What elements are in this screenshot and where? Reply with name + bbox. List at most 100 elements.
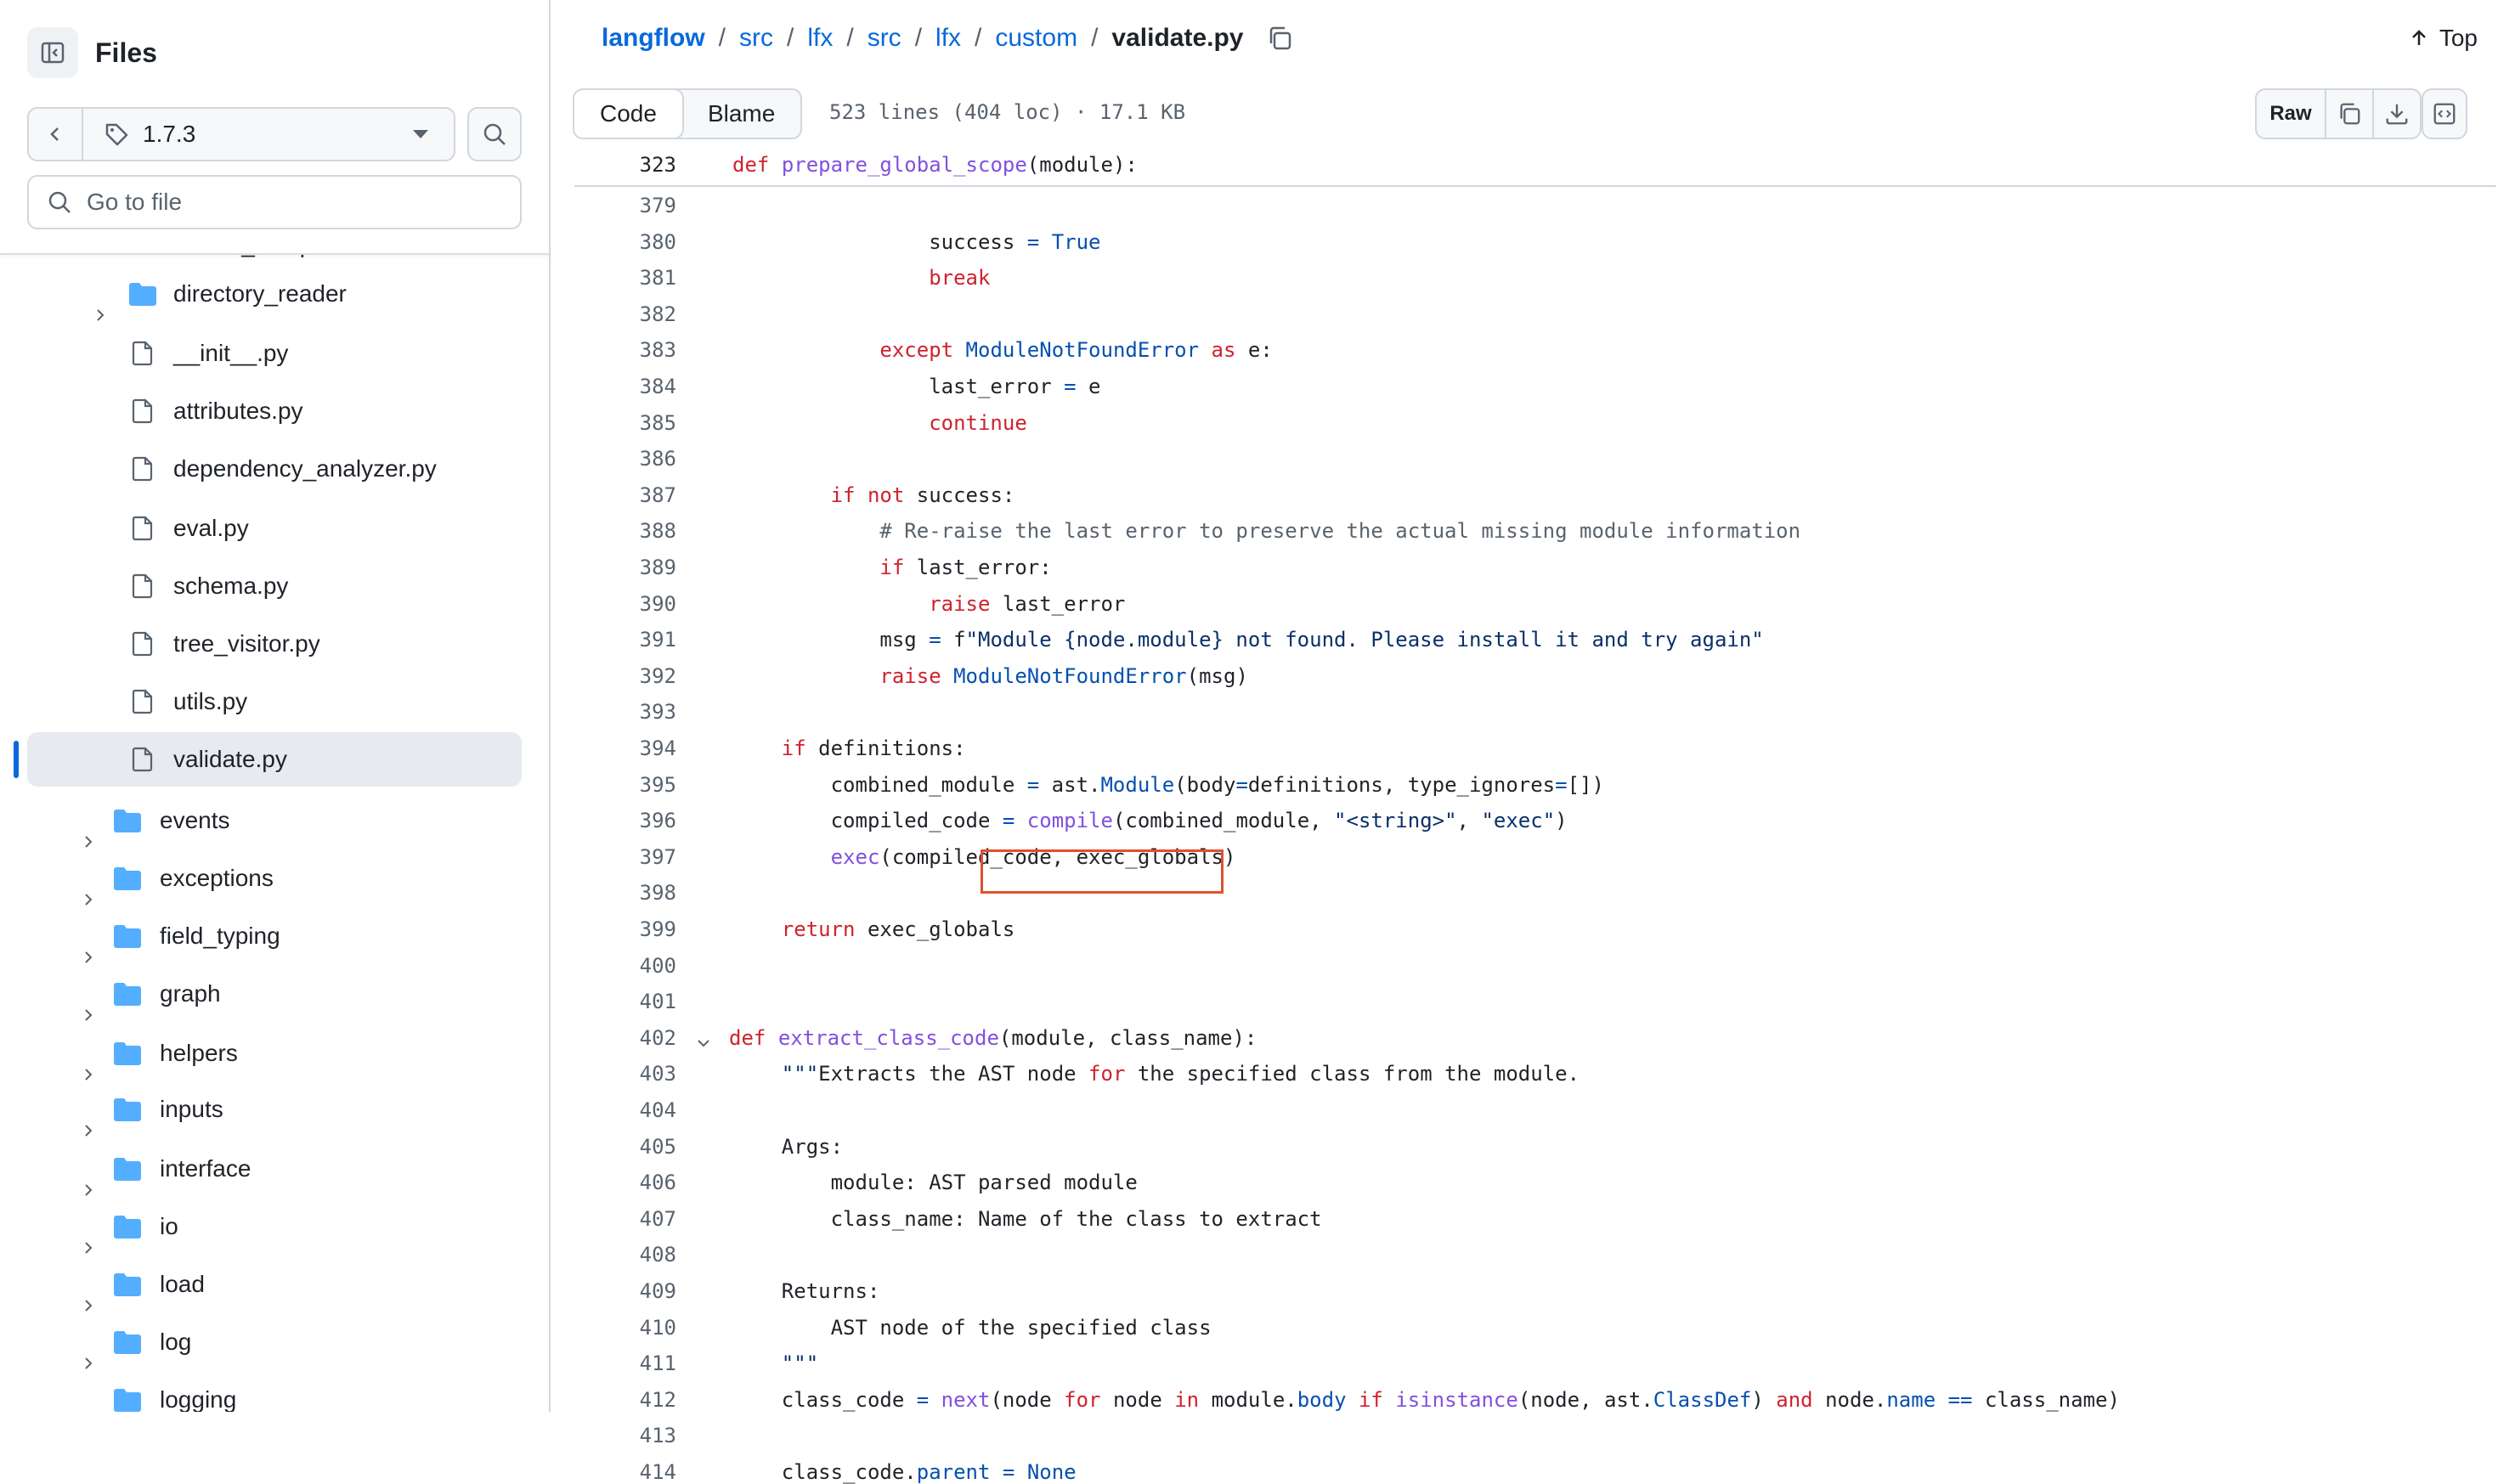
line-number[interactable]: 397 bbox=[574, 845, 676, 869]
line-number[interactable]: 382 bbox=[574, 302, 676, 326]
line-number[interactable]: 389 bbox=[574, 556, 676, 579]
line-number[interactable]: 401 bbox=[574, 990, 676, 1013]
tree-item-label: inputs bbox=[160, 1096, 223, 1122]
tree-item-inputs[interactable]: inputs bbox=[0, 1082, 549, 1137]
tree-item-label: validate.py bbox=[173, 746, 287, 772]
goto-file-input[interactable]: Go to file bbox=[27, 175, 522, 229]
tree-item-interface[interactable]: interface bbox=[0, 1142, 549, 1196]
breadcrumb-repo[interactable]: langflow bbox=[602, 20, 705, 56]
line-number[interactable]: 410 bbox=[574, 1316, 676, 1340]
line-number[interactable]: 411 bbox=[574, 1351, 676, 1375]
tree-item-dependency-analyzer-py[interactable]: dependency_analyzer.py bbox=[0, 442, 549, 496]
breadcrumb-src-2[interactable]: src bbox=[868, 20, 901, 56]
line-number[interactable]: 391 bbox=[574, 628, 676, 652]
code-line: # Re-raise the last error to preserve th… bbox=[732, 519, 1801, 544]
folder-icon bbox=[112, 1386, 143, 1412]
chevron-right-icon bbox=[82, 1393, 95, 1412]
line-number[interactable]: 388 bbox=[574, 519, 676, 543]
line-number[interactable]: 407 bbox=[574, 1207, 676, 1231]
tree-item-label: utils.py bbox=[173, 688, 248, 714]
line-number: 323 bbox=[639, 153, 676, 177]
breadcrumb-custom[interactable]: custom bbox=[995, 20, 1077, 56]
line-number[interactable]: 400 bbox=[574, 954, 676, 978]
tree-item-helpers[interactable]: helpers bbox=[0, 1026, 549, 1081]
tree-item-label: exceptions bbox=[160, 865, 274, 891]
tree-item-eval-py[interactable]: eval.py bbox=[0, 501, 549, 556]
code-line: class_code.parent = None bbox=[732, 1460, 1077, 1484]
code-line: break bbox=[929, 266, 991, 291]
sticky-scope-line[interactable]: 323 def prepare_global_scope(module): bbox=[574, 151, 2496, 187]
line-number[interactable]: 394 bbox=[574, 736, 676, 760]
line-number[interactable]: 393 bbox=[574, 700, 676, 724]
tree-item-load[interactable]: load bbox=[0, 1257, 549, 1312]
tree-item-schema-py[interactable]: schema.py bbox=[0, 559, 549, 613]
breadcrumb-src[interactable]: src bbox=[739, 20, 773, 56]
line-number[interactable]: 386 bbox=[574, 447, 676, 471]
line-number[interactable]: 399 bbox=[574, 917, 676, 941]
line-number[interactable]: 387 bbox=[574, 483, 676, 507]
tree-item-exceptions[interactable]: exceptions bbox=[0, 851, 549, 906]
code-line: combined_module = ast.Module(body=defini… bbox=[732, 772, 1604, 797]
symbols-panel-button[interactable] bbox=[2422, 88, 2467, 139]
line-number[interactable]: 396 bbox=[574, 809, 676, 832]
line-number[interactable]: 379 bbox=[574, 194, 676, 217]
back-button[interactable] bbox=[29, 109, 83, 160]
tree-item-graph[interactable]: graph bbox=[0, 967, 549, 1021]
breadcrumb-current-file: validate.py bbox=[1111, 24, 1244, 52]
tree-item-events[interactable]: events bbox=[0, 793, 549, 848]
folder-icon bbox=[112, 865, 143, 892]
line-number[interactable]: 405 bbox=[574, 1135, 676, 1159]
tree-item-attributes-py[interactable]: attributes.py bbox=[0, 384, 549, 438]
tree-item-label: dependency_analyzer.py bbox=[173, 455, 437, 482]
line-number[interactable]: 403 bbox=[574, 1062, 676, 1086]
line-number[interactable]: 385 bbox=[574, 411, 676, 435]
line-number[interactable]: 413 bbox=[574, 1424, 676, 1447]
line-number[interactable]: 381 bbox=[574, 266, 676, 290]
breadcrumb-lfx-2[interactable]: lfx bbox=[935, 20, 961, 56]
tree-item-label: events bbox=[160, 807, 230, 833]
branch-selector[interactable]: 1.7.3 bbox=[27, 107, 455, 161]
line-number[interactable]: 395 bbox=[574, 773, 676, 797]
collapse-sidebar-button[interactable] bbox=[27, 27, 78, 78]
line-number[interactable]: 402 bbox=[574, 1026, 676, 1050]
tree-item-init-py[interactable]: __init__.py bbox=[0, 326, 549, 381]
code-line: module: AST parsed module bbox=[732, 1171, 1138, 1195]
tree-item-log[interactable]: log bbox=[0, 1315, 549, 1369]
copy-path-button[interactable] bbox=[1266, 25, 1293, 52]
arrow-up-icon bbox=[2411, 30, 2426, 45]
tree-item-label: io bbox=[160, 1213, 178, 1239]
line-number[interactable]: 392 bbox=[574, 664, 676, 688]
tree-item-io[interactable]: io bbox=[0, 1199, 549, 1254]
line-number[interactable]: 384 bbox=[574, 375, 676, 398]
breadcrumb-lfx[interactable]: lfx bbox=[807, 20, 833, 56]
tree-item-logging[interactable]: logging bbox=[0, 1373, 549, 1412]
line-number[interactable]: 412 bbox=[574, 1388, 676, 1412]
copy-raw-button[interactable] bbox=[2326, 90, 2374, 138]
sticky-code: def prepare_global_scope(module): bbox=[732, 153, 1138, 177]
back-to-top-link[interactable]: Top bbox=[2409, 20, 2478, 56]
raw-button[interactable]: Raw bbox=[2257, 90, 2326, 138]
branch-dropdown[interactable]: 1.7.3 bbox=[83, 109, 454, 160]
line-number[interactable]: 383 bbox=[574, 338, 676, 362]
line-number[interactable]: 398 bbox=[574, 881, 676, 905]
line-number[interactable]: 390 bbox=[574, 592, 676, 616]
search-button[interactable] bbox=[467, 107, 522, 161]
tree-item-utils-py[interactable]: utils.py bbox=[0, 674, 549, 729]
tree-item-field-typing[interactable]: field_typing bbox=[0, 909, 549, 963]
line-number[interactable]: 408 bbox=[574, 1243, 676, 1267]
line-number[interactable]: 404 bbox=[574, 1098, 676, 1122]
fold-chevron-icon[interactable] bbox=[695, 1033, 712, 1057]
tree-item-validate-py[interactable]: validate.py bbox=[0, 732, 549, 787]
download-button[interactable] bbox=[2374, 90, 2420, 138]
code-line: continue bbox=[929, 410, 1027, 435]
line-number[interactable]: 380 bbox=[574, 230, 676, 254]
line-number[interactable]: 406 bbox=[574, 1171, 676, 1194]
file-tree-sidebar: custom_component directory_reader__init_… bbox=[0, 0, 551, 1412]
line-number[interactable]: 409 bbox=[574, 1279, 676, 1303]
line-number[interactable]: 414 bbox=[574, 1460, 676, 1484]
tree-item-tree-visitor-py[interactable]: tree_visitor.py bbox=[0, 617, 549, 671]
tree-item-directory-reader[interactable]: directory_reader bbox=[0, 267, 549, 321]
tab-blame[interactable]: Blame bbox=[682, 90, 800, 138]
tab-code[interactable]: Code bbox=[574, 90, 684, 138]
breadcrumb-separator: / bbox=[1091, 24, 1099, 52]
